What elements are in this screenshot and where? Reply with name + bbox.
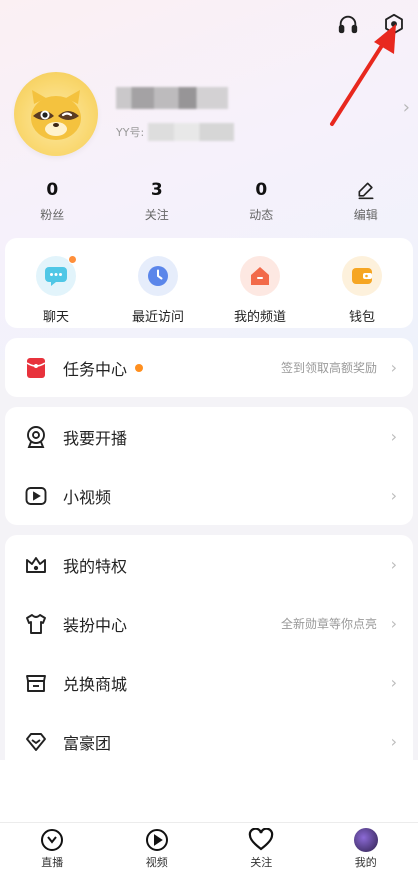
tab-label: 直播 <box>41 856 64 869</box>
row-hint: 全新勋章等你点亮 <box>280 617 377 631</box>
chevron-right-icon: › <box>390 427 397 446</box>
video-tab-icon <box>145 829 168 851</box>
stat-label: 关注 <box>144 208 169 222</box>
quick-my-channel[interactable]: 我的频道 <box>209 238 311 328</box>
wallet-icon <box>342 256 382 296</box>
edit-pencil-icon <box>314 180 418 202</box>
me-avatar-icon <box>353 828 378 852</box>
row-label: 任务中心 <box>63 359 128 379</box>
stat-value: 0 <box>46 180 59 200</box>
tab-me[interactable]: 我的 <box>314 823 418 875</box>
quick-label: 钱包 <box>348 310 375 325</box>
tab-follow[interactable]: 关注 <box>209 823 314 875</box>
yy-id: YY号: <box>116 123 235 141</box>
video-play-icon <box>23 483 49 509</box>
tab-label: 我的 <box>354 856 377 869</box>
profile-header[interactable]: YY号: › <box>14 72 410 164</box>
stat-label: 粉丝 <box>40 208 65 222</box>
tshirt-icon <box>23 611 49 637</box>
store-icon <box>23 670 49 696</box>
quick-recent-visits[interactable]: 最近访问 <box>107 238 209 328</box>
task-center-card: 任务中心 签到领取高额奖励 › <box>5 338 413 397</box>
nickname-masked <box>116 87 228 109</box>
task-notification-dot <box>135 363 144 372</box>
heart-icon <box>249 828 274 851</box>
exchange-store-row[interactable]: 兑换商城 › <box>5 653 413 712</box>
stats-bar: 0 粉丝 3 关注 0 动态 编辑 <box>0 180 418 223</box>
task-center-row[interactable]: 任务中心 签到领取高额奖励 › <box>5 338 413 397</box>
privileges-row[interactable]: 我的特权 › <box>5 535 413 594</box>
tab-live[interactable]: 直播 <box>0 823 105 875</box>
clock-icon <box>138 256 178 296</box>
diamond-icon <box>23 729 49 755</box>
rich-group-row[interactable]: 富豪团 › <box>5 712 413 760</box>
chevron-right-icon: › <box>390 555 397 574</box>
quick-chat[interactable]: 聊天 <box>5 238 107 328</box>
row-hint: 签到领取高额奖励 <box>280 361 377 375</box>
row-label: 我的特权 <box>63 556 128 576</box>
row-label: 富豪团 <box>63 733 112 753</box>
yy-id-masked <box>148 123 235 141</box>
short-video-row[interactable]: 小视频 › <box>5 466 413 525</box>
stat-label: 编辑 <box>353 208 378 222</box>
quick-label: 聊天 <box>42 310 69 325</box>
chevron-right-icon: › <box>402 97 410 118</box>
stat-label: 动态 <box>249 208 274 222</box>
tab-label: 视频 <box>145 856 168 869</box>
chevron-right-icon: › <box>390 614 397 633</box>
live-tab-icon <box>41 829 64 851</box>
yy-id-label: YY号: <box>116 126 145 139</box>
raccoon-mascot-icon <box>31 90 81 140</box>
chevron-right-icon: › <box>390 358 397 377</box>
red-envelope-icon <box>23 355 49 381</box>
dressup-center-row[interactable]: 装扮中心 全新勋章等你点亮 › <box>5 594 413 653</box>
chevron-right-icon: › <box>390 732 397 751</box>
webcam-icon <box>23 424 49 450</box>
row-label: 兑换商城 <box>63 674 128 694</box>
tab-label: 关注 <box>250 856 273 869</box>
live-card: 我要开播 › 小视频 › <box>5 407 413 525</box>
stat-following[interactable]: 3 关注 <box>105 180 210 223</box>
row-label: 装扮中心 <box>63 615 128 635</box>
chevron-right-icon: › <box>390 486 397 505</box>
crown-icon <box>23 552 49 578</box>
tab-video[interactable]: 视频 <box>105 823 210 875</box>
stat-value: 3 <box>150 180 163 200</box>
quick-wallet[interactable]: 钱包 <box>311 238 413 328</box>
services-card: 我的特权 › 装扮中心 全新勋章等你点亮 › 兑换商城 › 富豪团 › <box>5 535 413 760</box>
chat-icon <box>36 255 77 296</box>
quick-label: 最近访问 <box>131 310 184 325</box>
unread-dot <box>68 255 77 264</box>
stat-posts[interactable]: 0 动态 <box>209 180 314 223</box>
chevron-right-icon: › <box>390 673 397 692</box>
channel-house-icon <box>240 256 280 296</box>
row-label: 我要开播 <box>63 428 128 448</box>
quick-label: 我的频道 <box>233 310 286 325</box>
page-bottom-fill <box>0 760 418 822</box>
edit-profile-button[interactable]: 编辑 <box>314 180 418 223</box>
start-live-row[interactable]: 我要开播 › <box>5 407 413 466</box>
stat-value: 0 <box>255 180 268 200</box>
avatar[interactable] <box>14 72 98 156</box>
bottom-tab-bar: 直播 视频 关注 我的 <box>0 822 418 875</box>
stat-fans[interactable]: 0 粉丝 <box>0 180 105 223</box>
quick-actions: 聊天 最近访问 我的频道 钱包 <box>5 238 413 328</box>
row-label: 小视频 <box>63 487 112 507</box>
